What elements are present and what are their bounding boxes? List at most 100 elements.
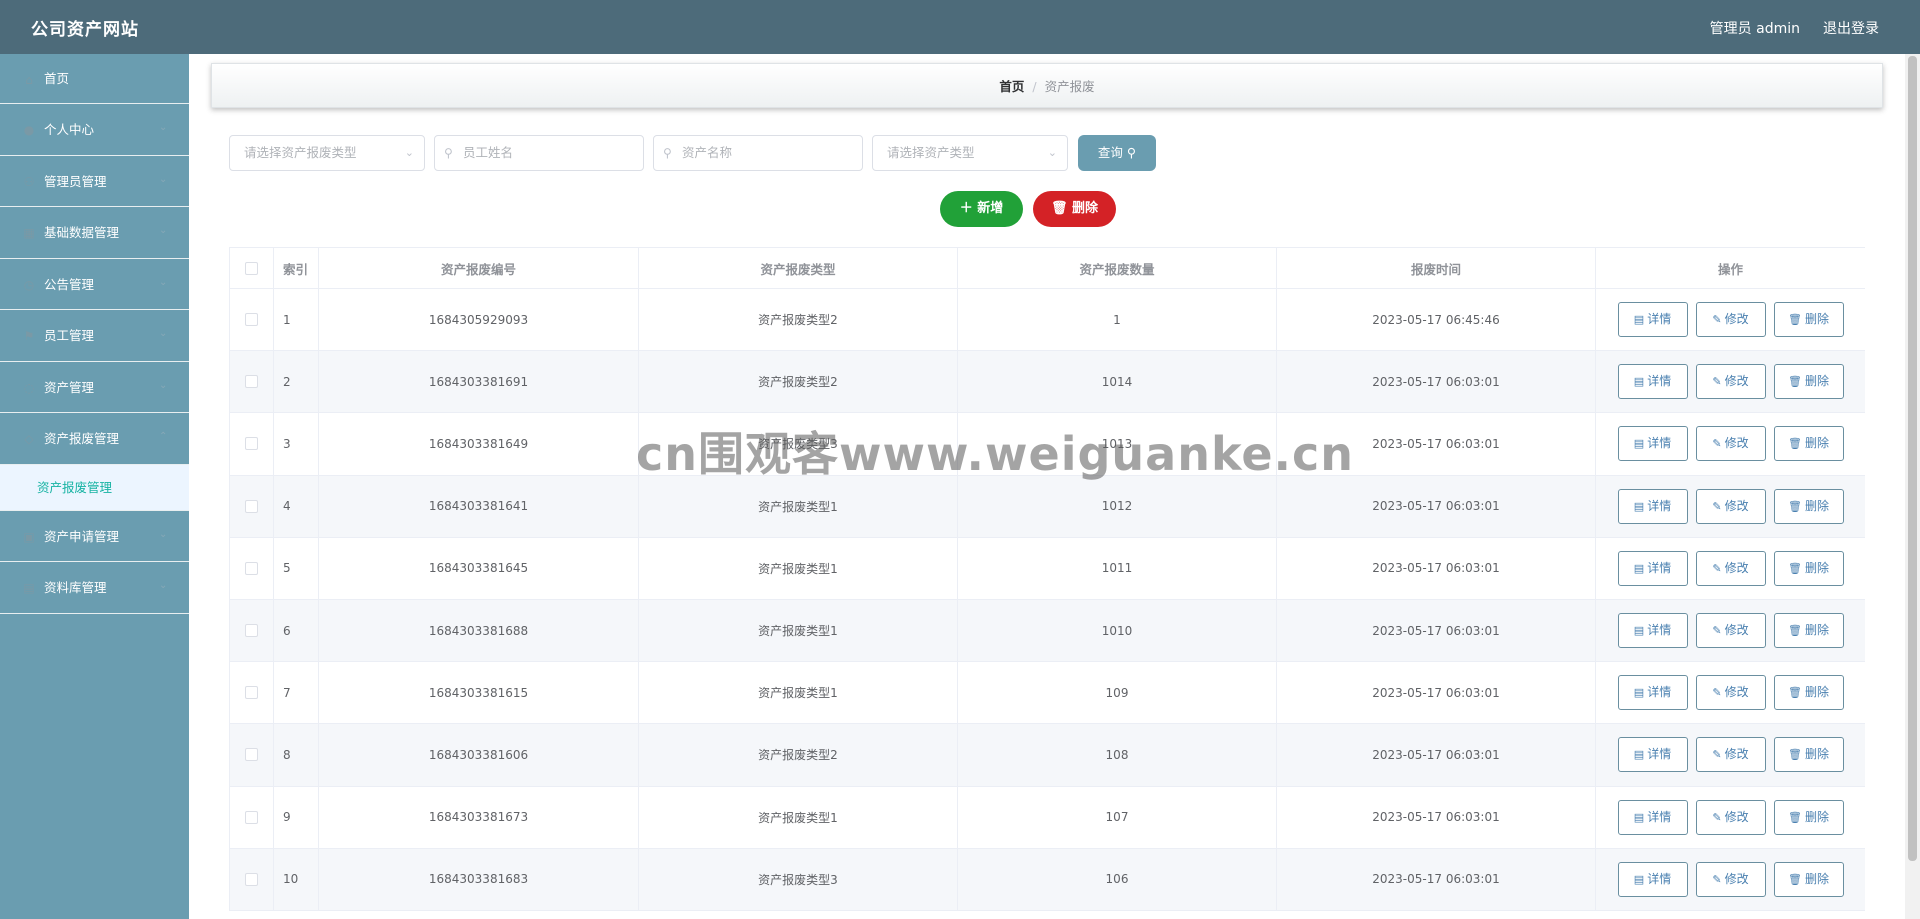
cell-actions: ▤ 详情 ✎ 修改 🗑 删除 [1596, 538, 1865, 599]
edit-button[interactable]: ✎ 修改 [1695, 364, 1766, 400]
edit-button[interactable]: ✎ 修改 [1695, 861, 1766, 897]
table-row: 6 1684303381688 资产报废类型1 1010 2023-05-17 06:0… [229, 599, 1865, 663]
sidebar-item-home[interactable]: ⌂ 首页 [0, 54, 189, 104]
logout-link[interactable]: 退出登录 [1823, 18, 1879, 38]
delete-button[interactable]: 🗑 删除 [1773, 861, 1844, 897]
cell-index: 6 [274, 599, 319, 662]
detail-button[interactable]: ▤ 详情 [1617, 799, 1688, 835]
sidebar-item-scrap[interactable]: ◇ 资产报废管理 ⌃ [0, 413, 189, 465]
staff-name-input[interactable]: ⚲ 员工姓名 [434, 135, 644, 171]
table-row: 8 1684303381606 资产报废类型2 108 2023-05-17 06:03… [229, 724, 1865, 787]
scrollbar-thumb[interactable] [1908, 56, 1917, 861]
sidebar-item-apply[interactable]: ▣ 资产申请管理 ⌄ [0, 511, 189, 562]
sidebar-item-notice[interactable]: ◷ 公告管理 ⌄ [0, 259, 189, 310]
row-checkbox[interactable] [245, 561, 258, 575]
sidebar-item-admin[interactable]: ⚇ 管理员管理 ⌄ [0, 156, 189, 207]
apply-icon: ▣ [23, 529, 35, 544]
delete-button[interactable]: 🗑 删除 [1773, 302, 1844, 338]
cell-time: 2023-05-17 06:03:01 [1277, 724, 1596, 786]
delete-button[interactable]: 🗑 删除 [1773, 675, 1844, 711]
row-checkbox[interactable] [245, 872, 258, 886]
edit-button[interactable]: ✎ 修改 [1695, 488, 1766, 524]
edit-icon: ✎ [1712, 561, 1722, 575]
trash-icon: 🗑 [1788, 748, 1802, 762]
cell-index: 1 [274, 289, 319, 351]
staff-icon: ⚑ [23, 329, 35, 343]
cell-index: 8 [274, 724, 319, 786]
delete-button[interactable]: 🗑 删除 [1773, 799, 1844, 835]
cell-quantity: 108 [958, 724, 1277, 786]
row-checkbox[interactable] [245, 437, 258, 451]
sidebar-item-library[interactable]: ▤ 资料库管理 ⌄ [0, 562, 189, 614]
query-button[interactable]: 查询 ⚲ [1078, 135, 1156, 171]
data-icon: ▦ [23, 226, 35, 240]
delete-button[interactable]: 🗑 删除 [1773, 364, 1844, 400]
detail-button[interactable]: ▤ 详情 [1617, 302, 1688, 338]
edit-button[interactable]: ✎ 修改 [1695, 302, 1766, 338]
delete-button[interactable]: 🗑 删除 [1773, 550, 1844, 586]
edit-button[interactable]: ✎ 修改 [1695, 799, 1766, 835]
cell-index: 7 [274, 662, 319, 724]
detail-button[interactable]: ▤ 详情 [1617, 488, 1688, 524]
add-button[interactable]: ＋ 新增 [940, 191, 1023, 227]
row-checkbox[interactable] [245, 499, 258, 513]
trash-icon: 🗑 [1050, 201, 1068, 216]
detail-button[interactable]: ▤ 详情 [1617, 737, 1688, 773]
row-select-cell [229, 413, 274, 475]
row-checkbox[interactable] [245, 810, 258, 824]
detail-button[interactable]: ▤ 详情 [1617, 426, 1688, 462]
sidebar-item-basic-data[interactable]: ▦ 基础数据管理 ⌄ [0, 207, 189, 259]
detail-button[interactable]: ▤ 详情 [1617, 675, 1688, 711]
cell-index: 3 [274, 413, 319, 475]
asset-type-select[interactable]: 请选择资产类型 ⌄ [872, 135, 1068, 171]
sidebar-item-label: 资产申请管理 [44, 528, 120, 544]
edit-button[interactable]: ✎ 修改 [1695, 613, 1766, 649]
delete-label: 删除 [1072, 201, 1099, 216]
scrollbar[interactable] [1905, 54, 1920, 919]
cell-type: 资产报废类型2 [639, 724, 958, 786]
cell-actions: ▤ 详情 ✎ 修改 🗑 删除 [1596, 724, 1865, 785]
trash-icon: 🗑 [1788, 810, 1802, 824]
cell-time: 2023-05-17 06:03:01 [1277, 599, 1596, 662]
library-icon: ▤ [23, 581, 35, 595]
scrap-icon: ◇ [24, 432, 34, 446]
edit-label: 修改 [1724, 436, 1749, 451]
delete-button[interactable]: 🗑 删除 [1773, 426, 1844, 462]
site-title: 公司资产网站 [31, 20, 139, 40]
batch-delete-button[interactable]: 🗑 删除 [1033, 191, 1116, 227]
row-checkbox[interactable] [245, 748, 258, 762]
sidebar-item-profile[interactable]: ● 个人中心 ⌄ [0, 104, 189, 156]
sidebar-item-label: 资产管理 [44, 379, 95, 395]
detail-button[interactable]: ▤ 详情 [1617, 613, 1688, 649]
edit-button[interactable]: ✎ 修改 [1695, 675, 1766, 711]
edit-label: 修改 [1724, 560, 1749, 575]
select-all-checkbox[interactable] [245, 261, 258, 275]
detail-button[interactable]: ▤ 详情 [1617, 550, 1688, 586]
sidebar-subitem-scrap-management[interactable]: 资产报废管理 [0, 464, 189, 511]
edit-label: 修改 [1724, 312, 1749, 327]
edit-button[interactable]: ✎ 修改 [1695, 426, 1766, 462]
row-checkbox[interactable] [245, 375, 258, 389]
edit-icon: ✎ [1712, 499, 1722, 513]
cell-type: 资产报废类型1 [639, 786, 958, 848]
detail-button[interactable]: ▤ 详情 [1617, 364, 1688, 400]
chevron-down-icon: ⌄ [1047, 146, 1057, 159]
row-checkbox[interactable] [245, 624, 258, 638]
delete-button[interactable]: 🗑 删除 [1773, 488, 1844, 524]
scrap-type-select[interactable]: 请选择资产报废类型 ⌄ [229, 135, 425, 171]
sidebar-item-asset[interactable]: ◌ 资产管理 ⌄ [0, 362, 189, 413]
edit-button[interactable]: ✎ 修改 [1695, 550, 1766, 586]
detail-button[interactable]: ▤ 详情 [1617, 861, 1688, 897]
breadcrumb-home[interactable]: 首页 [999, 79, 1024, 94]
delete-button[interactable]: 🗑 删除 [1773, 613, 1844, 649]
sidebar-item-staff[interactable]: ⚑ 员工管理 ⌄ [0, 310, 189, 362]
row-select-cell [229, 289, 274, 351]
document-icon: ▤ [1633, 313, 1645, 327]
edit-button[interactable]: ✎ 修改 [1695, 737, 1766, 773]
asset-name-input[interactable]: ⚲ 资产名称 [653, 135, 863, 171]
row-checkbox[interactable] [245, 686, 258, 700]
sidebar: ⌂ 首页 ● 个人中心 ⌄ ⚇ 管理员管理 ⌄ ▦ 基础数据管理 ⌄ ◷ 公告管… [0, 54, 189, 919]
row-checkbox[interactable] [245, 313, 258, 327]
cell-quantity: 109 [958, 662, 1277, 724]
delete-button[interactable]: 🗑 删除 [1773, 737, 1844, 773]
